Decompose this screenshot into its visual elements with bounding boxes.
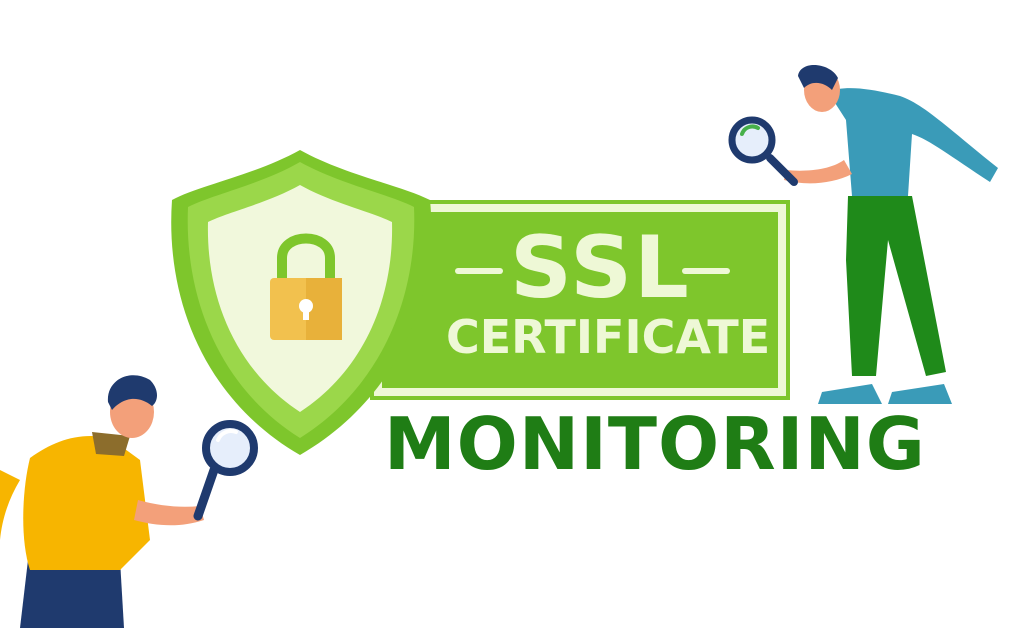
left-person-illustration: [0, 375, 204, 628]
monitoring-title: MONITORING: [384, 402, 926, 486]
magnifying-glass-icon: [193, 420, 258, 521]
hero-illustration: SSL CERTIFICATE MONITORING: [0, 0, 1024, 628]
magnifying-glass-icon: [728, 116, 798, 186]
right-person-illustration: [784, 64, 998, 404]
ssl-title: SSL: [510, 218, 691, 318]
ssl-left-dash: [455, 268, 503, 274]
certificate-title: CERTIFICATE: [446, 310, 771, 364]
